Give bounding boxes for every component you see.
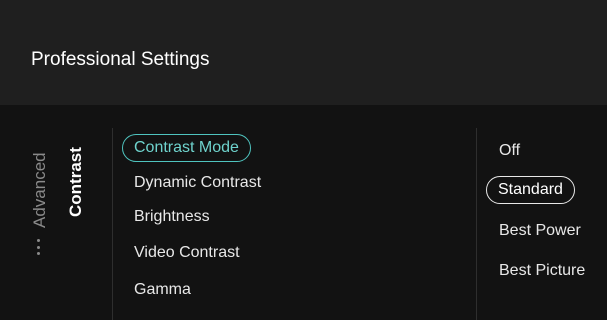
page-title: Professional Settings [31,49,210,70]
menu-item-gamma[interactable]: Gamma [134,280,191,300]
menu-item-contrast-mode[interactable]: Contrast Mode [122,134,251,162]
header-bar: Professional Settings [0,0,607,105]
column-divider [476,128,477,320]
menu-item-dynamic-contrast[interactable]: Dynamic Contrast [134,173,261,193]
option-best-picture[interactable]: Best Picture [499,261,585,281]
more-options-icon[interactable] [37,239,41,255]
option-off[interactable]: Off [499,141,520,161]
option-best-power[interactable]: Best Power [499,221,581,241]
menu-item-brightness[interactable]: Brightness [134,207,210,227]
column-divider [112,128,113,320]
menu-item-video-contrast[interactable]: Video Contrast [134,243,240,263]
breadcrumb-advanced[interactable]: Advanced [30,152,50,228]
option-standard[interactable]: Standard [486,176,575,204]
breadcrumb-contrast: Contrast [66,147,85,217]
